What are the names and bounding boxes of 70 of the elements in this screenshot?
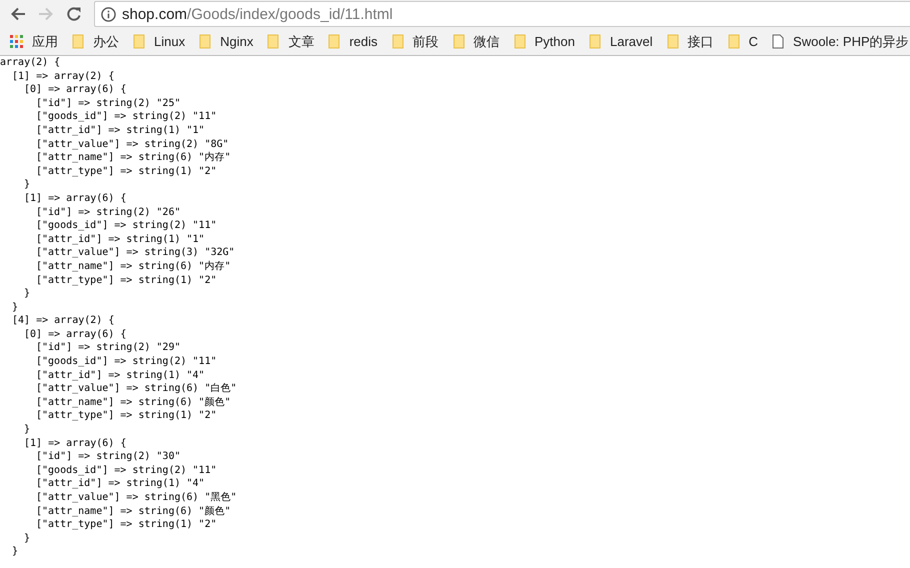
bookmark-link[interactable]: Python bbox=[514, 34, 575, 49]
code-line: } bbox=[23, 287, 32, 301]
code-line: ["goods_id"] => string(2) "11" bbox=[35, 464, 218, 478]
code-line: ["goods_id"] => string(2) "11" bbox=[35, 219, 218, 233]
code-line: [1] => array(2) { bbox=[11, 70, 116, 84]
folder-icon bbox=[267, 34, 280, 49]
bookmark-link[interactable]: C bbox=[728, 34, 758, 49]
code-line: ["attr_name"] => string(6) "颜色" bbox=[35, 396, 232, 410]
code-line: } bbox=[11, 545, 20, 559]
reload-icon bbox=[66, 6, 82, 22]
code-line: [0] => array(6) { bbox=[23, 328, 128, 342]
code-line: ["attr_value"] => string(2) "8G" bbox=[35, 138, 230, 152]
code-line: } bbox=[23, 178, 32, 192]
page-icon bbox=[772, 34, 784, 49]
folder-icon bbox=[452, 34, 465, 49]
code-line: ["attr_name"] => string(6) "内存" bbox=[35, 260, 232, 274]
code-line: } bbox=[23, 532, 32, 546]
apps-grid-icon bbox=[10, 35, 23, 48]
bookmark-link[interactable]: 微信 bbox=[452, 32, 500, 50]
code-line: ["id"] => string(2) "25" bbox=[35, 96, 182, 110]
info-icon bbox=[101, 6, 116, 22]
folder-icon bbox=[133, 34, 145, 49]
code-line: ["attr_id"] => string(1) "1" bbox=[35, 232, 206, 246]
code-line: } bbox=[11, 300, 20, 314]
bookmark-link[interactable]: Nginx bbox=[199, 34, 254, 49]
bookmark-link[interactable]: 应用 bbox=[10, 32, 58, 50]
bookmark-link[interactable]: redis bbox=[328, 34, 378, 49]
code-line: ["goods_id"] => string(2) "11" bbox=[35, 355, 218, 369]
code-line: ["attr_name"] => string(6) "内存" bbox=[35, 151, 232, 165]
bookmark-link[interactable]: 接口 bbox=[666, 32, 714, 50]
code-line: [4] => array(2) { bbox=[11, 314, 116, 328]
folder-icon bbox=[514, 34, 526, 49]
bookmark-link[interactable]: Laravel bbox=[589, 34, 653, 49]
code-line: ["attr_value"] => string(6) "黑色" bbox=[35, 491, 238, 505]
code-line: ["id"] => string(2) "26" bbox=[35, 206, 182, 220]
url-path: /Goods/index/goods_id/11.html bbox=[187, 6, 393, 22]
bookmark-link[interactable]: 文章 bbox=[267, 32, 314, 50]
code-line: ["id"] => string(2) "30" bbox=[35, 450, 182, 464]
code-line: } bbox=[23, 423, 32, 437]
code-line: ["goods_id"] => string(2) "11" bbox=[35, 110, 218, 124]
bookmark-link[interactable]: 办公 bbox=[72, 32, 119, 50]
folder-icon bbox=[589, 34, 601, 49]
code-line: [1] => array(6) { bbox=[23, 192, 128, 206]
code-line: ["attr_type"] => string(1) "2" bbox=[35, 274, 218, 288]
folder-icon bbox=[392, 34, 404, 49]
code-line: array(2) { bbox=[0, 56, 62, 70]
url-host: shop.com bbox=[122, 6, 188, 22]
code-line: ["attr_name"] => string(6) "颜色" bbox=[35, 504, 232, 518]
folder-icon bbox=[666, 34, 679, 49]
folder-icon bbox=[328, 34, 340, 49]
bookmark-link[interactable]: Linux bbox=[133, 34, 186, 49]
folder-icon bbox=[199, 34, 212, 49]
code-line: ["attr_id"] => string(1) "4" bbox=[35, 477, 206, 491]
code-line: [0] => array(6) { bbox=[23, 83, 128, 97]
folder-icon bbox=[72, 34, 84, 49]
back-arrow-icon bbox=[10, 6, 26, 22]
code-line: ["attr_id"] => string(1) "4" bbox=[35, 368, 206, 382]
bookmark-link[interactable]: Swoole: PHP的异步 bbox=[772, 32, 909, 50]
folder-icon bbox=[728, 34, 740, 49]
code-line: ["attr_type"] => string(1) "2" bbox=[35, 518, 218, 532]
forward-arrow-icon bbox=[38, 6, 54, 22]
code-line: [1] => array(6) { bbox=[23, 436, 128, 450]
code-line: ["attr_value"] => string(3) "32G" bbox=[35, 246, 236, 260]
bookmark-link[interactable]: 前段 bbox=[392, 32, 439, 50]
address-field[interactable]: shop.com/Goods/index/goods_id/11.html bbox=[94, 1, 910, 27]
code-line: ["attr_type"] => string(1) "2" bbox=[35, 164, 218, 178]
code-line: ["attr_type"] => string(1) "2" bbox=[35, 409, 218, 424]
code-line: ["id"] => string(2) "29" bbox=[35, 341, 182, 356]
code-line: ["attr_id"] => string(1) "1" bbox=[35, 124, 206, 138]
code-line: ["attr_value"] => string(6) "白色" bbox=[35, 382, 238, 396]
